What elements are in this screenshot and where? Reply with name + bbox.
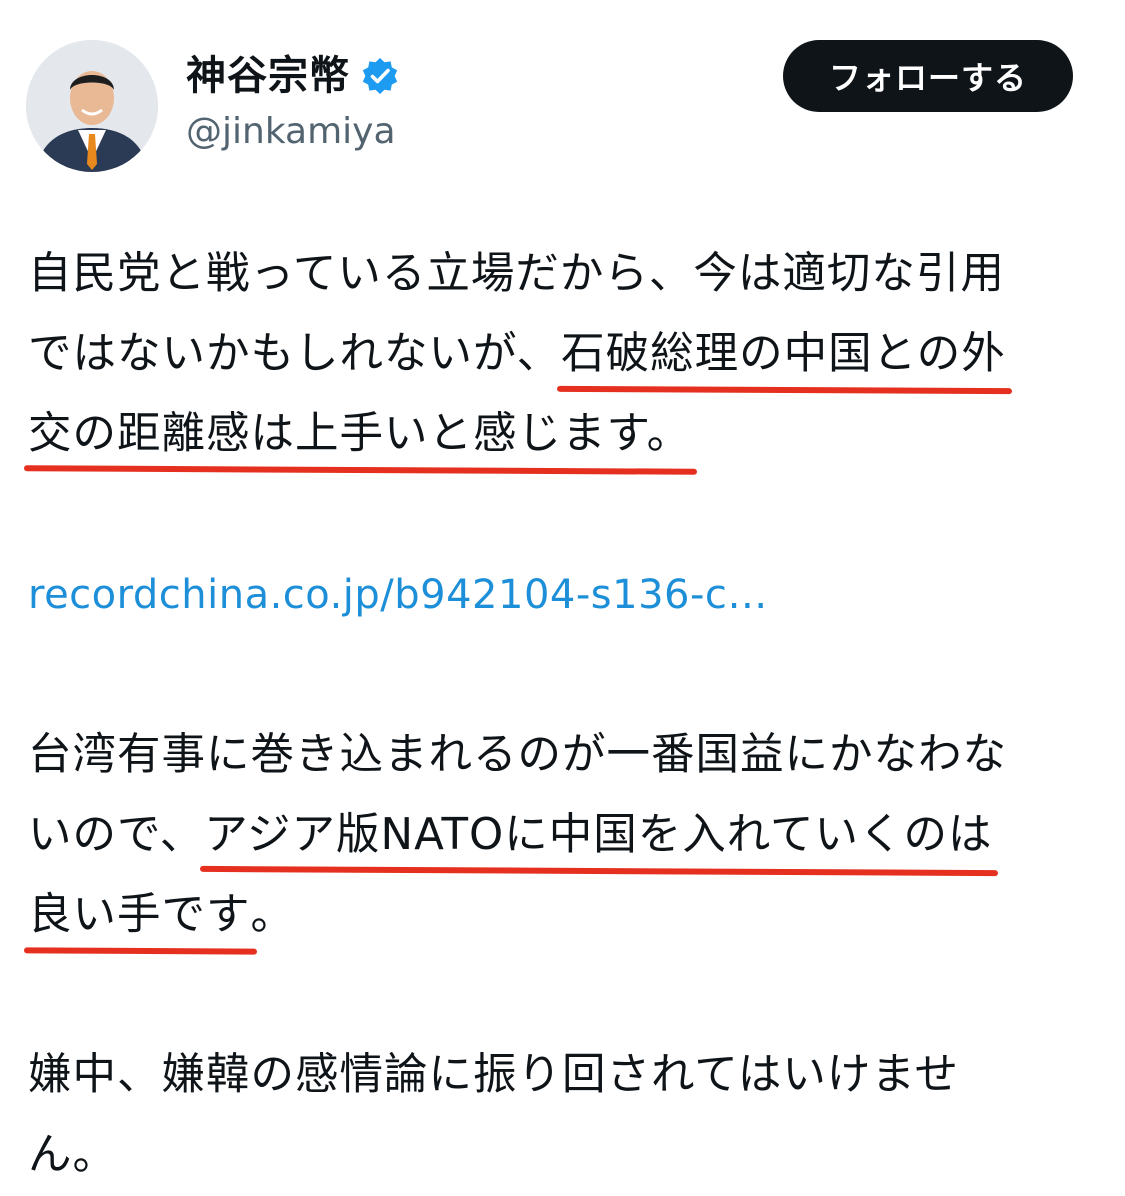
text-segment: ではないかもしれないが、 bbox=[28, 329, 562, 379]
highlighted-text: 交の距離感は上手いと感じます。 bbox=[28, 409, 692, 459]
display-name[interactable]: 神谷宗幣 bbox=[186, 46, 350, 106]
paragraph-3: 台湾有事に巻き込まれるのが一番国益にかなわな いので、アジア版NATOに中国を入… bbox=[28, 715, 1088, 955]
name-row: 神谷宗幣 bbox=[186, 46, 400, 106]
paragraph-4: 嫌中、嫌韓の感情論に振り回されてはいけませ ん。 bbox=[28, 1035, 1088, 1195]
profile-photo bbox=[26, 40, 158, 172]
text-line: 台湾有事に巻き込まれるのが一番国益にかなわな bbox=[28, 730, 1007, 780]
text-line: いので、アジア版NATOに中国を入れていくのは bbox=[28, 795, 1088, 875]
text-line: 嫌中、嫌韓の感情論に振り回されてはいけませ bbox=[28, 1050, 960, 1100]
text-line: ん。 bbox=[28, 1130, 117, 1180]
highlighted-text: 石破総理の中国との外 bbox=[561, 329, 1006, 379]
text-line: 交の距離感は上手いと感じます。 bbox=[28, 394, 1088, 474]
article-link[interactable]: recordchina.co.jp/b942104-s136-c… bbox=[28, 572, 768, 618]
user-handle[interactable]: @jinkamiya bbox=[186, 106, 396, 158]
tweet-text: 自民党と戦っている立場だから、今は適切な引用 ではないかもしれないが、石破総理の… bbox=[28, 234, 1088, 1195]
highlighted-text: アジア版NATOに中国を入れていくのは bbox=[204, 810, 993, 860]
paragraph-1: 自民党と戦っている立場だから、今は適切な引用 ではないかもしれないが、石破総理の… bbox=[28, 234, 1088, 474]
highlighted-text: 良い手です bbox=[28, 890, 251, 940]
follow-button[interactable]: フォローする bbox=[783, 40, 1073, 112]
verified-badge-icon bbox=[360, 56, 400, 96]
text-line: 良い手です。 bbox=[28, 875, 1088, 955]
text-line: 自民党と戦っている立場だから、今は適切な引用 bbox=[28, 249, 1005, 299]
paragraph-link: recordchina.co.jp/b942104-s136-c… bbox=[28, 554, 1088, 635]
text-segment: 。 bbox=[250, 890, 295, 940]
tweet-header: 神谷宗幣 @jinkamiya フォローする bbox=[0, 0, 1125, 190]
text-line: ではないかもしれないが、石破総理の中国との外 bbox=[28, 314, 1088, 394]
avatar[interactable] bbox=[26, 40, 158, 172]
text-line: recordchina.co.jp/b942104-s136-c… bbox=[28, 554, 1088, 635]
text-segment: いので、 bbox=[28, 810, 205, 860]
